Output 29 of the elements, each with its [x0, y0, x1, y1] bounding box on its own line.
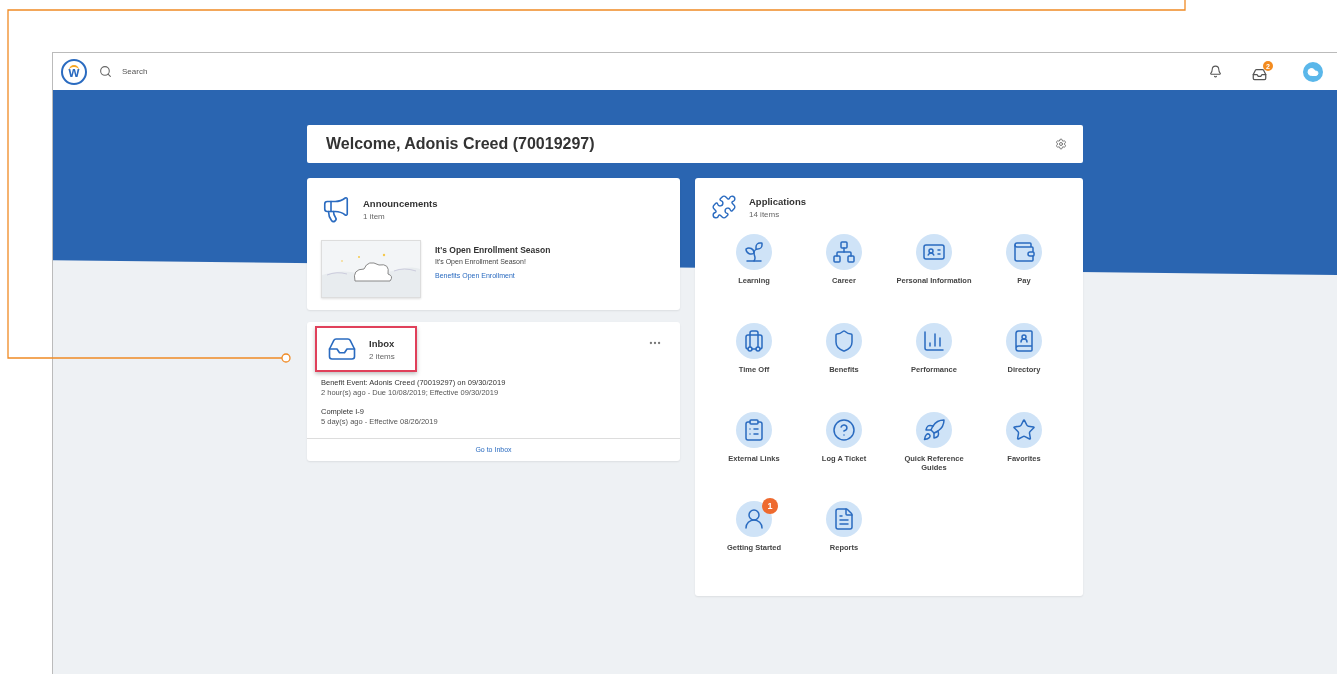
address-book-icon: [1012, 329, 1036, 353]
notifications-button[interactable]: [1209, 65, 1222, 78]
clipboard-icon: [742, 418, 766, 442]
item-count: 14 items: [749, 209, 781, 219]
card-title: Applications: [749, 195, 806, 207]
network-icon: [832, 240, 856, 264]
person-icon: [742, 507, 766, 531]
item-count: 2 items: [369, 351, 395, 361]
question-mark-icon: [832, 418, 856, 442]
bar-chart-icon: [922, 329, 946, 353]
settings-icon[interactable]: [1055, 138, 1067, 150]
item-count: 1 item: [363, 211, 386, 221]
luggage-icon: [742, 329, 766, 353]
megaphone-icon: [321, 194, 351, 224]
wallet-icon: [1012, 240, 1036, 264]
sprout-icon: [742, 240, 766, 264]
profile-avatar[interactable]: [1303, 61, 1323, 82]
document-icon: [832, 507, 856, 531]
shield-icon: [832, 329, 856, 353]
rocket-icon: [922, 418, 946, 442]
star-icon: [1012, 418, 1036, 442]
logo[interactable]: w: [61, 58, 87, 85]
count-badge: 1: [762, 498, 778, 514]
puzzle-icon: [711, 194, 737, 220]
announcement-title: It's Open Enrollment Season: [435, 245, 551, 255]
card-title: Announcements: [363, 197, 438, 209]
welcome-title: Welcome, Adonis Creed (70019297): [326, 135, 595, 153]
card-title: Inbox: [369, 337, 395, 349]
search-icon: [99, 65, 112, 78]
